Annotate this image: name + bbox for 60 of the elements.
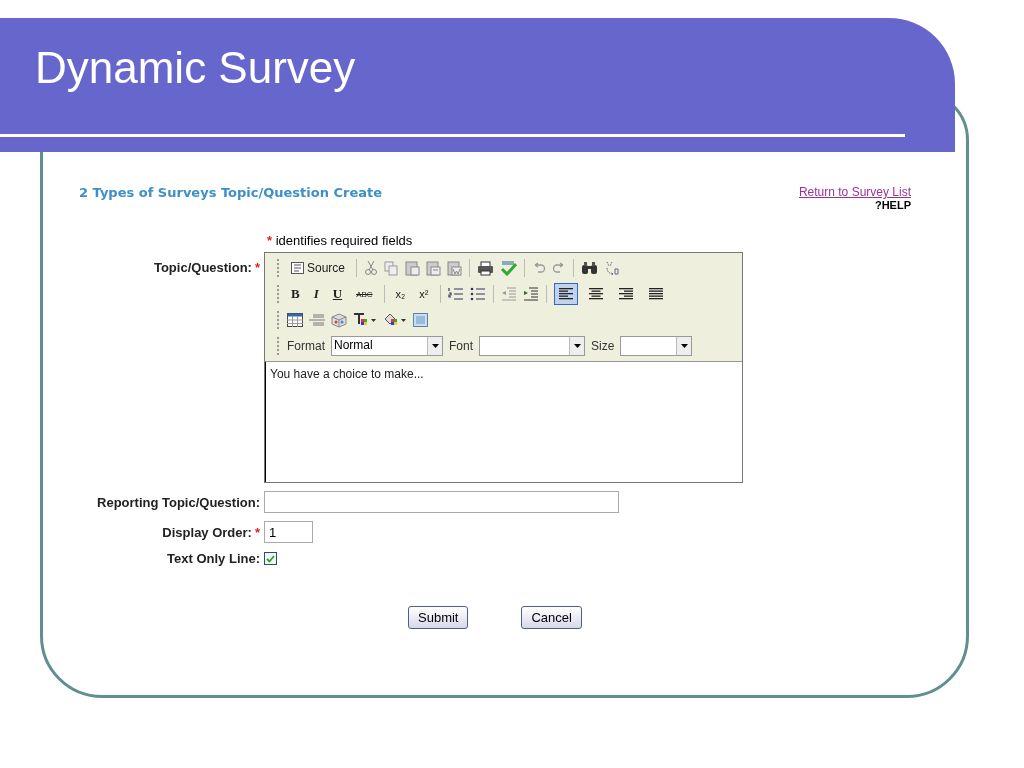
text-style-button[interactable]: x²: [415, 283, 433, 305]
format-dropdown[interactable]: Normal: [331, 336, 443, 356]
text-style-button[interactable]: I: [309, 283, 323, 305]
text-field[interactable]: [264, 491, 619, 513]
caret-icon: [680, 344, 688, 348]
binoculars-icon[interactable]: [581, 261, 599, 275]
outdent-icon[interactable]: [500, 287, 517, 301]
editor-text-area[interactable]: You have a choice to make...: [265, 362, 742, 482]
numbered-list-icon[interactable]: [447, 287, 464, 301]
form-button[interactable]: Submit: [408, 606, 469, 629]
text-field[interactable]: 1: [264, 521, 313, 543]
bulleted-list-icon[interactable]: [469, 287, 486, 301]
blocks-icon[interactable]: [413, 313, 428, 327]
page-heading: 2 Types of Surveys Topic/Question Create: [79, 185, 383, 200]
clipboard-icon[interactable]: [447, 260, 463, 276]
align-button[interactable]: [553, 283, 578, 305]
horizontal-rule-icon[interactable]: [309, 313, 325, 327]
indent-icon[interactable]: [522, 287, 539, 301]
source-button[interactable]: Source: [287, 257, 350, 279]
required-asterisk: *: [254, 524, 260, 540]
field-label: Display Order:: [162, 524, 252, 540]
printer-icon[interactable]: [477, 260, 495, 276]
align-right-icon: [618, 288, 633, 300]
table-icon[interactable]: [287, 313, 303, 327]
justify-icon: [648, 288, 663, 300]
clipboard-icon[interactable]: [405, 260, 421, 276]
text-color-icon[interactable]: [353, 313, 377, 327]
field-label: Text Only Line:: [167, 551, 260, 566]
align-left-icon: [558, 288, 573, 300]
document-icon: [291, 262, 304, 274]
return-link[interactable]: Return to Survey List: [798, 185, 911, 199]
cube-icon[interactable]: [331, 312, 347, 328]
form-button[interactable]: Cancel: [521, 606, 582, 629]
font-label: Font: [449, 339, 474, 353]
scissors-icon[interactable]: [364, 260, 379, 276]
required-asterisk: *: [254, 260, 260, 275]
fill-color-icon[interactable]: [383, 313, 407, 327]
text-style-button[interactable]: U: [328, 283, 347, 305]
field-label: Topic/Question:: [153, 260, 252, 275]
undo-icon[interactable]: [532, 262, 547, 274]
required-note: identifies required fields: [275, 233, 413, 248]
replace-icon[interactable]: [604, 260, 620, 276]
size-dropdown[interactable]: [620, 336, 693, 356]
help-link[interactable]: ?HELP: [874, 199, 911, 211]
caret-icon: [573, 344, 581, 348]
clipboard-icon[interactable]: [426, 260, 442, 276]
align-center-icon: [588, 288, 603, 300]
slide-title: Dynamic Survey: [35, 46, 356, 90]
text-style-button[interactable]: B: [287, 283, 304, 305]
size-label: Size: [591, 339, 615, 353]
text-style-button[interactable]: x₂: [391, 283, 410, 305]
checkbox[interactable]: [264, 552, 277, 565]
required-asterisk: *: [267, 233, 273, 248]
spellcheck-icon[interactable]: [500, 260, 518, 276]
field-label: Reporting Topic/Question:: [97, 494, 260, 510]
caret-icon: [431, 344, 439, 348]
text-style-button[interactable]: ABC: [352, 283, 377, 305]
font-dropdown[interactable]: [479, 336, 586, 356]
copy-icon[interactable]: [384, 260, 400, 276]
format-label: Format: [287, 339, 325, 353]
